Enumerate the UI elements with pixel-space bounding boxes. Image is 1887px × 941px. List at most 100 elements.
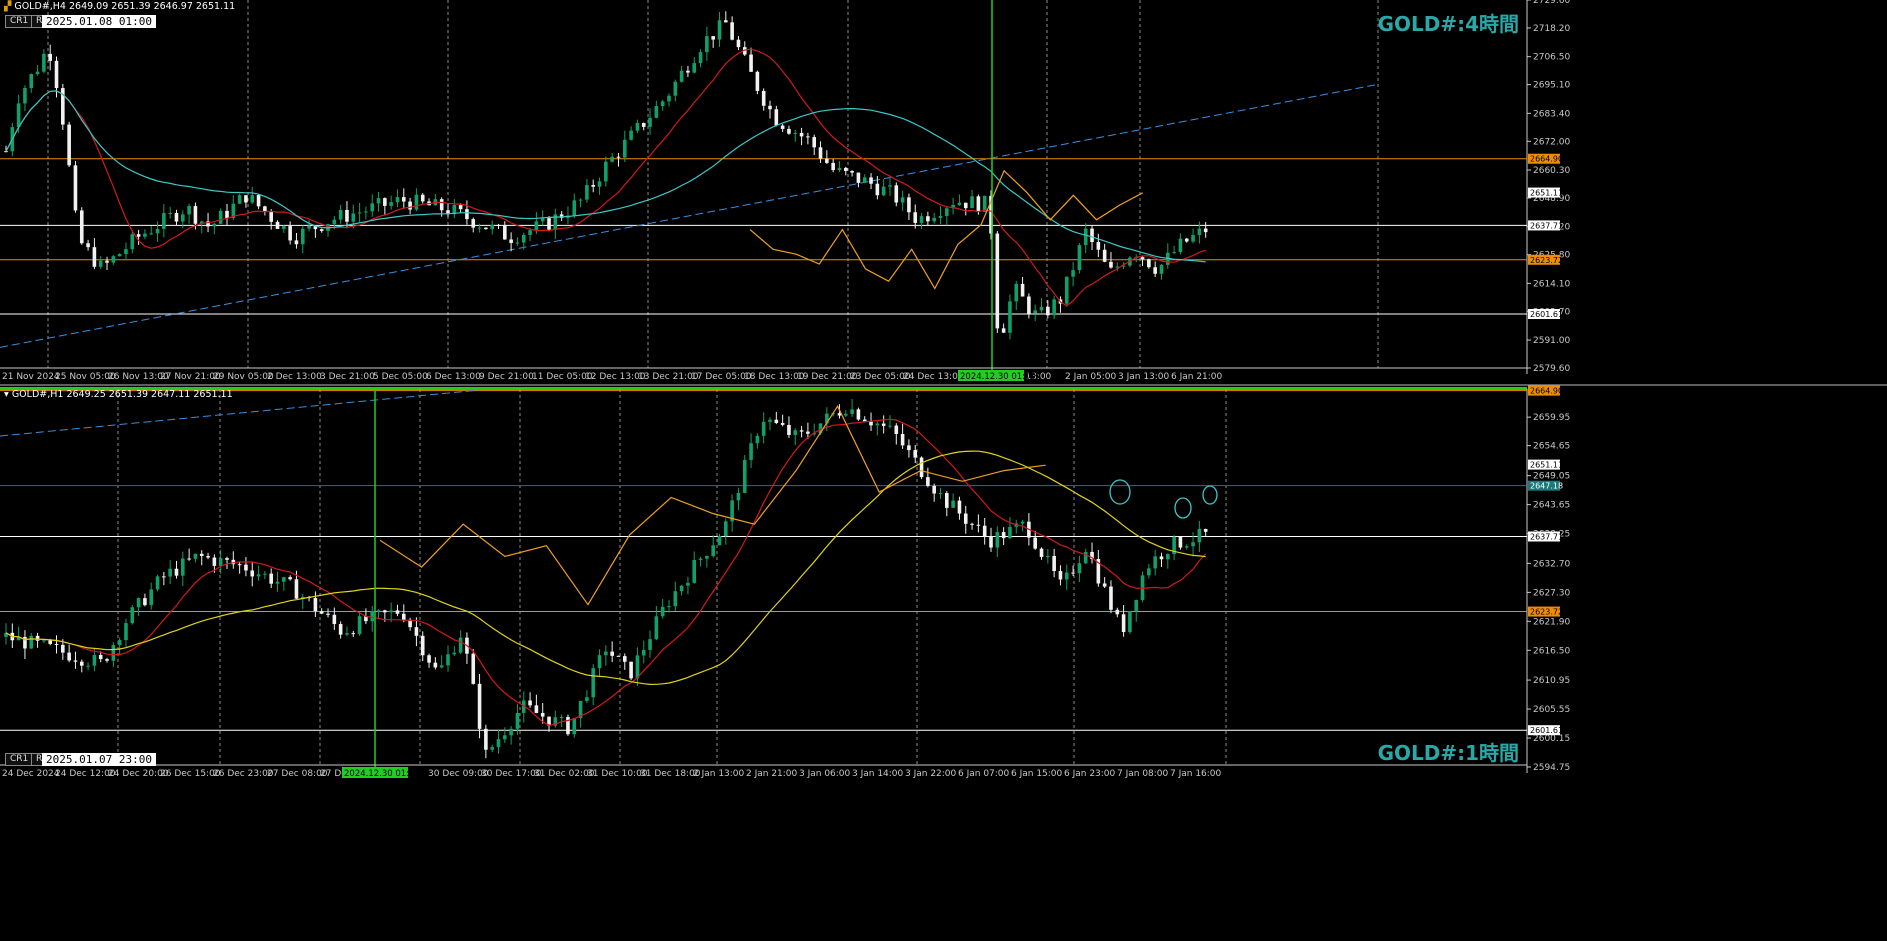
candle-body — [641, 649, 646, 656]
time-tick-label: 12 Dec 13:00 — [585, 372, 646, 382]
candle-body — [111, 645, 116, 661]
candle-body — [945, 208, 949, 216]
candle-body — [717, 20, 722, 40]
candle-body — [528, 230, 532, 235]
candle-body — [1052, 555, 1056, 572]
candle-body — [98, 260, 103, 267]
candle-body — [837, 167, 842, 171]
candle-body — [357, 212, 362, 214]
candle-body — [540, 218, 545, 222]
candle-body — [774, 419, 779, 423]
candle-body — [1121, 614, 1126, 633]
candle-body — [869, 177, 873, 184]
candle-body — [490, 224, 494, 230]
collapse-arrow-icon[interactable]: ▾ — [4, 389, 9, 400]
candle-body — [787, 424, 791, 435]
candle-body — [780, 125, 785, 129]
time-tick-label: 30 Dec 09:00 — [428, 769, 489, 779]
candle-body — [635, 655, 640, 679]
cursor-time-label: 2024.12.30 01:00 — [960, 372, 1036, 382]
candle-body — [875, 183, 880, 196]
candle-body — [1191, 235, 1195, 242]
candle-body — [67, 124, 71, 166]
candle-body — [711, 36, 715, 40]
candle-body — [862, 177, 867, 183]
candle-body — [130, 607, 135, 624]
candle-body — [913, 450, 918, 458]
time-tick-label: 31 Dec 18:00 — [640, 769, 701, 779]
candle-body — [774, 109, 779, 126]
candle-body — [67, 652, 71, 661]
candle-body — [155, 228, 160, 234]
h4-badge-cr1[interactable]: CR1 — [5, 15, 34, 28]
candle-body — [963, 202, 968, 209]
candle-body — [1203, 528, 1208, 532]
candle-body — [900, 197, 905, 203]
candle-body — [591, 668, 596, 698]
candle-body — [187, 558, 191, 560]
candle-body — [1197, 528, 1202, 543]
candle-body — [585, 185, 589, 200]
candle-body — [1102, 583, 1107, 587]
candle-body — [35, 71, 40, 75]
candle-body — [149, 233, 154, 235]
candle-body — [534, 705, 539, 713]
candle-body — [547, 218, 551, 230]
candle-body — [1064, 572, 1069, 580]
time-tick-label: 6 Jan 21:00 — [1171, 372, 1223, 382]
cursor-time-label: 2024.12.30 01:00 — [344, 769, 420, 779]
candle-body — [376, 610, 381, 612]
background — [0, 0, 1887, 937]
candle-body — [1083, 228, 1088, 246]
candle-body — [199, 553, 204, 556]
price-tick-label: 2695.10 — [1533, 81, 1570, 91]
candle-body — [1147, 568, 1151, 576]
candle-body — [629, 130, 633, 140]
candle-body — [932, 485, 936, 494]
candle-body — [686, 582, 690, 586]
candle-body — [1096, 242, 1101, 250]
candle-body — [48, 640, 52, 644]
candle-body — [364, 211, 368, 213]
candle-body — [1071, 572, 1075, 574]
candle-body — [799, 430, 804, 432]
candle-body — [534, 221, 539, 231]
h1-badge-cr1[interactable]: CR1 — [5, 753, 34, 766]
candle-body — [180, 214, 185, 222]
candle-body — [1083, 551, 1088, 564]
candle-body — [130, 234, 135, 250]
candle-body — [395, 197, 400, 203]
price-tag: 2664.90 — [1530, 387, 1563, 396]
chart-canvas[interactable]: 2729.60 2718.20 2706.50 2695.10 2683.40 2672.… — [0, 0, 1887, 937]
candle-body — [945, 493, 949, 508]
candle-body — [92, 247, 97, 267]
candle-body — [86, 665, 90, 667]
candle-body — [1203, 228, 1208, 233]
candle-body — [919, 216, 924, 223]
candle-body — [1077, 563, 1082, 574]
candle-body — [1014, 283, 1019, 302]
candle-body — [212, 223, 217, 227]
candle-body — [755, 435, 760, 444]
candle-body — [370, 611, 375, 622]
candle-body — [724, 20, 728, 23]
candle-body — [401, 613, 406, 620]
candle-body — [521, 234, 526, 243]
candle-body — [1039, 306, 1044, 311]
candle-body — [610, 651, 614, 656]
candle-body — [282, 577, 286, 582]
candle-body — [1159, 264, 1164, 274]
candle-body — [976, 524, 981, 526]
time-tick-label: 23 Dec 05:00 — [850, 372, 911, 382]
price-tick-label: 2706.50 — [1533, 53, 1570, 63]
candle-body — [1064, 276, 1069, 304]
candle-body — [641, 123, 646, 127]
candle-body — [572, 718, 577, 735]
candle-body — [850, 170, 854, 173]
time-tick-label: 6 Jan 23:00 — [1064, 769, 1116, 779]
candle-body — [806, 136, 810, 138]
candle-body — [698, 52, 703, 64]
candle-body — [1166, 554, 1170, 560]
candle-body — [79, 661, 84, 666]
time-tick-label: 21 Nov 2024 — [2, 372, 60, 382]
